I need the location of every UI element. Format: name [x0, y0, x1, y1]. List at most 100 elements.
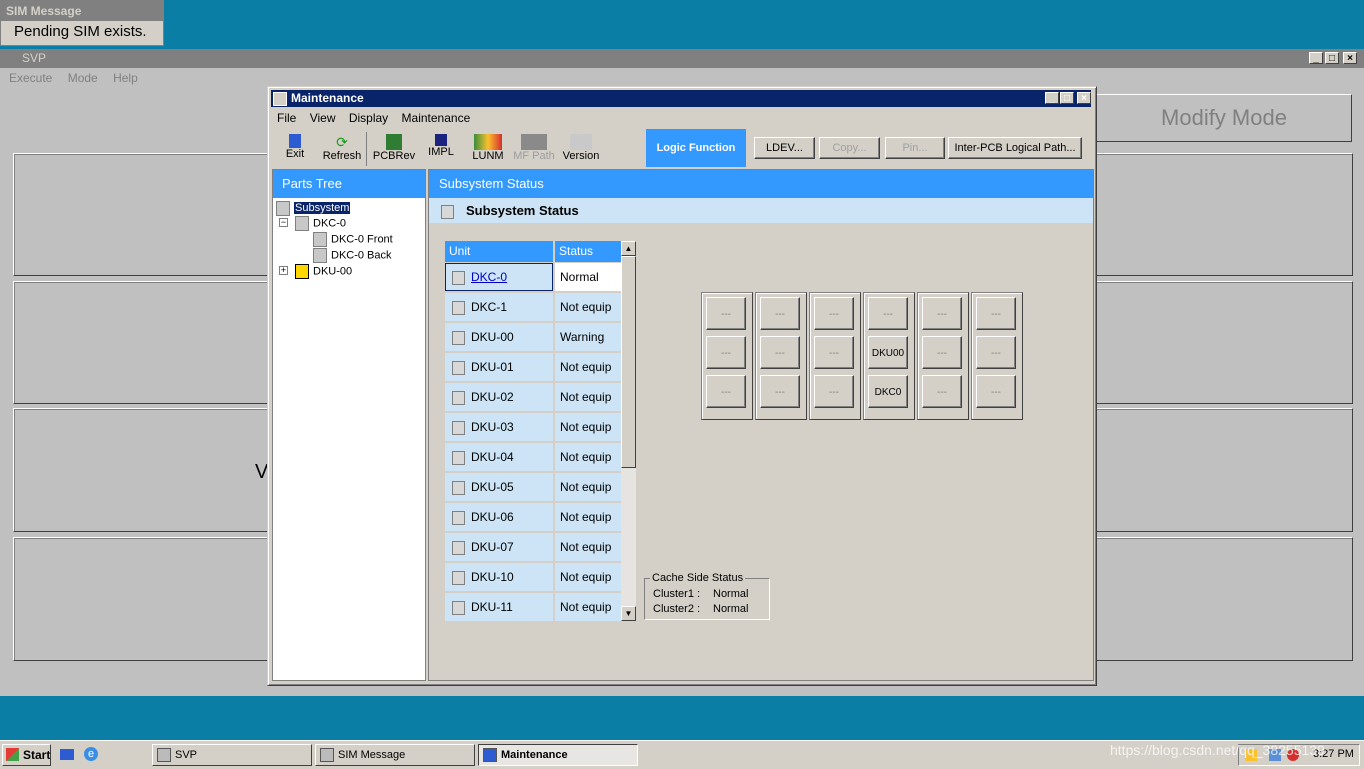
- rack-slot[interactable]: ---: [760, 297, 800, 330]
- rack-slot[interactable]: ---: [706, 336, 746, 369]
- table-row-unit[interactable]: DKU-00: [445, 323, 553, 351]
- rack-slot[interactable]: DKU00: [868, 336, 908, 369]
- start-button[interactable]: Start: [2, 744, 51, 766]
- rack-slot[interactable]: ---: [976, 297, 1016, 330]
- unit-icon: [452, 390, 465, 405]
- table-row-unit[interactable]: DKU-07: [445, 533, 553, 561]
- task-svp-label: SVP: [175, 749, 198, 761]
- chip-icon: [435, 134, 447, 146]
- task-sim-label: SIM Message: [338, 749, 406, 761]
- table-row-unit[interactable]: DKU-11: [445, 593, 553, 621]
- table-row-unit[interactable]: DKC-1: [445, 293, 553, 321]
- unit-name: DKU-01: [471, 360, 514, 374]
- tree-item-dkc-0[interactable]: DKC-0: [295, 216, 346, 231]
- rack-slot[interactable]: ---: [814, 297, 854, 330]
- rack-slot[interactable]: ---: [814, 375, 854, 408]
- tree-label-dkc-0: DKC-0: [313, 217, 347, 230]
- modify-mode-button[interactable]: Modify Mode: [1096, 94, 1352, 142]
- cluster1-label: Cluster1 :: [653, 588, 701, 600]
- unit-icon: [452, 510, 465, 525]
- scroll-up-icon[interactable]: ▲: [621, 241, 636, 256]
- impl-button[interactable]: IMPL: [426, 132, 456, 158]
- table-row-status: Not equip: [555, 503, 621, 531]
- logic-function-tab[interactable]: Logic Function: [646, 129, 746, 167]
- collapse-icon[interactable]: −: [279, 218, 288, 227]
- pcbrev-button[interactable]: PCBRev: [372, 132, 416, 162]
- scroll-thumb[interactable]: [621, 256, 636, 468]
- unit-icon: [452, 600, 465, 615]
- cluster1-value: Normal: [713, 588, 749, 600]
- tree-item-subsystem[interactable]: Subsystem: [276, 201, 352, 216]
- cache-side-status-group: Cache Side Status Cluster1 : Normal Clus…: [644, 572, 770, 620]
- minimize-icon[interactable]: _: [1045, 92, 1059, 104]
- refresh-button[interactable]: ⟳ Refresh: [320, 132, 364, 162]
- dkc-icon: [295, 216, 309, 231]
- task-sim-message[interactable]: SIM Message: [315, 744, 475, 766]
- menu-execute[interactable]: Execute: [9, 71, 52, 85]
- menu-maintenance[interactable]: Maintenance: [402, 111, 471, 125]
- maximize-icon[interactable]: □: [1060, 92, 1074, 104]
- maintenance-title-bar: Maintenance _ □ ×: [271, 90, 1091, 107]
- tree-item-dkc-0-back[interactable]: DKC-0 Back: [313, 248, 392, 263]
- ldev-button[interactable]: LDEV...: [754, 137, 815, 159]
- table-row-unit[interactable]: DKU-01: [445, 353, 553, 381]
- pin-button[interactable]: Pin...: [885, 137, 945, 159]
- lunm-button[interactable]: LUNM: [471, 132, 505, 162]
- mf-path-button[interactable]: MF Path: [513, 132, 555, 162]
- exit-button[interactable]: Exit: [280, 132, 310, 160]
- sim-message-title: SIM Message: [1, 1, 163, 21]
- menu-file[interactable]: File: [277, 111, 296, 125]
- rack-slot[interactable]: ---: [706, 297, 746, 330]
- task-svp[interactable]: SVP: [152, 744, 312, 766]
- rack-column: --- --- ---: [809, 292, 861, 420]
- menu-mode[interactable]: Mode: [68, 71, 98, 85]
- path-icon: [521, 134, 547, 150]
- desktop-icon[interactable]: [60, 749, 74, 760]
- rack-slot[interactable]: ---: [868, 297, 908, 330]
- menu-help[interactable]: Help: [113, 71, 138, 85]
- rack-slot[interactable]: ---: [760, 375, 800, 408]
- rack-slot[interactable]: ---: [814, 336, 854, 369]
- unit-name: DKU-10: [471, 570, 514, 584]
- table-row-unit[interactable]: DKU-06: [445, 503, 553, 531]
- browser-icon[interactable]: e: [84, 747, 98, 761]
- menu-display[interactable]: Display: [349, 111, 388, 125]
- rack-slot[interactable]: ---: [922, 297, 962, 330]
- tree-label-dkc-0-front: DKC-0 Front: [331, 233, 393, 246]
- table-row-unit[interactable]: DKU-03: [445, 413, 553, 441]
- rack-slot[interactable]: ---: [976, 375, 1016, 408]
- menu-view[interactable]: View: [310, 111, 336, 125]
- expand-icon[interactable]: +: [279, 266, 288, 275]
- maximize-icon[interactable]: □: [1325, 52, 1339, 64]
- table-row-unit[interactable]: DKU-10: [445, 563, 553, 591]
- maintenance-task-icon: [483, 748, 497, 762]
- rack-slot[interactable]: ---: [976, 336, 1016, 369]
- rack-slot[interactable]: ---: [922, 336, 962, 369]
- table-row-unit[interactable]: DKU-04: [445, 443, 553, 471]
- tree-item-dku-00[interactable]: DKU-00: [295, 264, 352, 279]
- unit-name: DKC-0: [471, 270, 508, 284]
- rack-slot[interactable]: DKC0: [868, 375, 908, 408]
- copy-button[interactable]: Copy...: [819, 137, 880, 159]
- rack-slot[interactable]: ---: [922, 375, 962, 408]
- table-row-status: Not equip: [555, 353, 621, 381]
- minimize-icon[interactable]: _: [1309, 52, 1323, 64]
- scroll-down-icon[interactable]: ▼: [621, 606, 636, 621]
- rack-slot[interactable]: ---: [706, 375, 746, 408]
- unit-name: DKU-11: [471, 600, 513, 614]
- rack-slot[interactable]: ---: [760, 336, 800, 369]
- column-header-status[interactable]: Status: [555, 241, 621, 262]
- task-maintenance[interactable]: Maintenance: [478, 744, 638, 766]
- table-row-unit[interactable]: DKU-05: [445, 473, 553, 501]
- tree-item-dkc-0-front[interactable]: DKC-0 Front: [313, 232, 393, 247]
- unit-name: DKU-04: [471, 450, 514, 464]
- close-icon[interactable]: ×: [1343, 52, 1357, 64]
- table-row-unit[interactable]: DKU-02: [445, 383, 553, 411]
- inter-pcb-logical-path-button[interactable]: Inter-PCB Logical Path...: [948, 137, 1082, 159]
- table-row-status: Not equip: [555, 443, 621, 471]
- close-icon[interactable]: ×: [1077, 92, 1091, 104]
- column-header-unit[interactable]: Unit: [445, 241, 553, 262]
- version-button[interactable]: Version: [561, 132, 601, 162]
- table-row-unit[interactable]: DKC-0: [445, 263, 553, 291]
- table-scrollbar[interactable]: ▲ ▼: [621, 241, 636, 621]
